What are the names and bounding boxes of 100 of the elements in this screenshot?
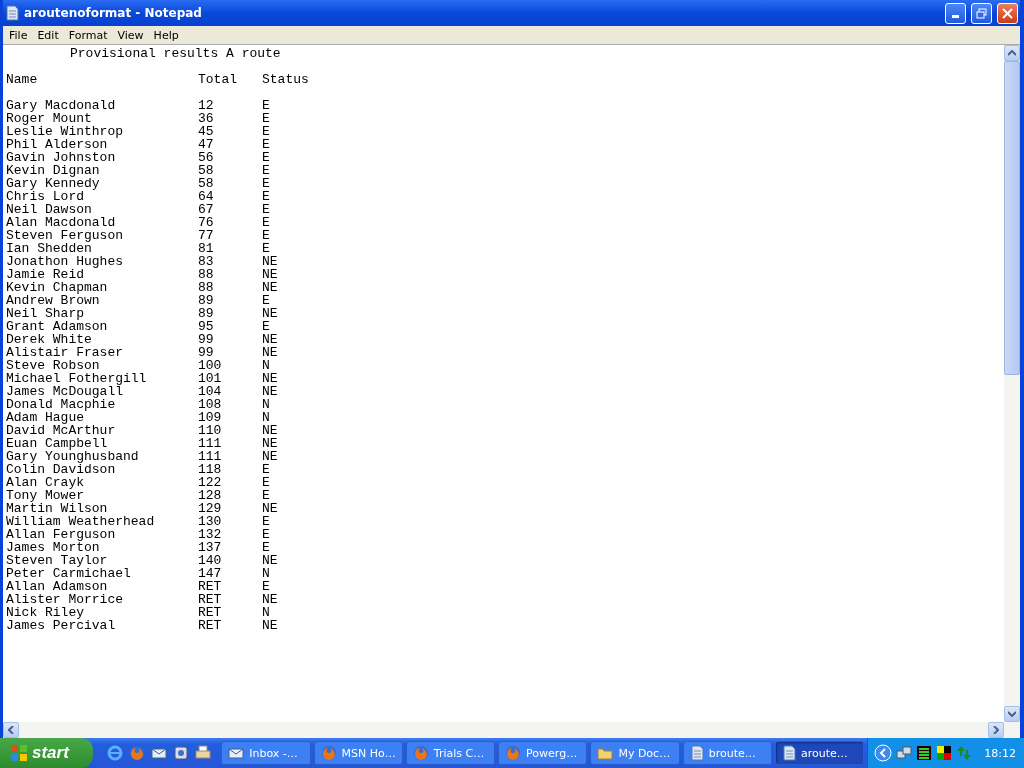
name-cell: James Percival bbox=[6, 618, 116, 633]
caret-right-icon bbox=[993, 726, 999, 734]
scroll-thumb[interactable] bbox=[1004, 61, 1020, 375]
status-cell: E bbox=[262, 488, 270, 503]
total-cell: 140 bbox=[198, 553, 222, 568]
total-cell: 83 bbox=[198, 254, 214, 269]
total-cell: 88 bbox=[198, 280, 214, 295]
total-cell: 95 bbox=[198, 319, 214, 334]
meter-icon[interactable] bbox=[916, 745, 933, 761]
status-cell: NE bbox=[262, 436, 278, 451]
status-cell: E bbox=[262, 579, 270, 594]
clock: 18:12 bbox=[984, 746, 1016, 760]
network-icon[interactable] bbox=[896, 745, 913, 761]
minimize-button[interactable] bbox=[945, 2, 966, 24]
scroll-right-button[interactable] bbox=[988, 722, 1004, 738]
name-cell: Leslie Winthrop bbox=[6, 124, 124, 139]
column-heading: Total bbox=[198, 72, 237, 87]
name-cell: James McDougall bbox=[6, 384, 124, 399]
total-cell: 111 bbox=[198, 449, 222, 464]
chevron-left-icon[interactable] bbox=[874, 744, 893, 762]
total-cell: 45 bbox=[198, 124, 214, 139]
total-cell: 76 bbox=[198, 215, 214, 230]
status-cell: NE bbox=[262, 280, 278, 295]
total-cell: RET bbox=[198, 618, 222, 633]
status-cell: E bbox=[262, 215, 270, 230]
menu-item[interactable]: Help bbox=[149, 28, 185, 42]
status-cell: E bbox=[262, 228, 270, 243]
total-cell: RET bbox=[198, 605, 222, 620]
close-button[interactable] bbox=[997, 2, 1018, 24]
total-cell: 99 bbox=[198, 332, 214, 347]
taskbar-button[interactable]: Inbox -… bbox=[221, 741, 311, 765]
menu-item[interactable]: Edit bbox=[33, 28, 65, 42]
taskbar-button[interactable]: Trials C… bbox=[405, 741, 496, 765]
total-cell: 64 bbox=[198, 189, 214, 204]
menu-item[interactable]: Format bbox=[64, 28, 114, 42]
total-cell: 67 bbox=[198, 202, 214, 217]
status-cell: E bbox=[262, 150, 270, 165]
taskbar-button[interactable]: Powerg… bbox=[498, 741, 588, 765]
status-cell: NE bbox=[262, 449, 278, 464]
restore-button[interactable] bbox=[971, 2, 992, 24]
taskbar-button[interactable]: aroute… bbox=[775, 741, 865, 765]
total-cell: 109 bbox=[198, 410, 222, 425]
name-cell: Steve Robson bbox=[6, 358, 100, 373]
name-cell: Chris Lord bbox=[6, 189, 84, 204]
total-cell: RET bbox=[198, 592, 222, 607]
status-cell: E bbox=[262, 189, 270, 204]
status-cell: E bbox=[262, 540, 270, 555]
status-cell: NE bbox=[262, 592, 278, 607]
status-cell: N bbox=[262, 358, 270, 373]
status-cell: E bbox=[262, 293, 270, 308]
status-cell: E bbox=[262, 202, 270, 217]
total-cell: 81 bbox=[198, 241, 214, 256]
browser-e-icon[interactable] bbox=[107, 745, 124, 761]
total-cell: 101 bbox=[198, 371, 222, 386]
total-cell: 110 bbox=[198, 423, 222, 438]
status-cell: NE bbox=[262, 254, 278, 269]
total-cell: 58 bbox=[198, 163, 214, 178]
menu-item[interactable]: View bbox=[113, 28, 150, 42]
name-cell: Allan Ferguson bbox=[6, 527, 116, 542]
name-cell: Alan Crayk bbox=[6, 475, 84, 490]
status-cell: E bbox=[262, 111, 270, 126]
total-cell: 89 bbox=[198, 293, 214, 308]
status-cell: NE bbox=[262, 423, 278, 438]
colored-squares-icon[interactable] bbox=[936, 745, 953, 761]
notepad-icon bbox=[5, 5, 19, 21]
total-cell: 132 bbox=[198, 527, 222, 542]
status-cell: E bbox=[262, 124, 270, 139]
total-cell: 147 bbox=[198, 566, 222, 581]
total-cell: RET bbox=[198, 579, 222, 594]
notepad-icon bbox=[689, 745, 704, 761]
menu-item[interactable]: File bbox=[5, 28, 34, 42]
printer-icon[interactable] bbox=[195, 745, 212, 761]
name-cell: Euan Campbell bbox=[6, 436, 108, 451]
total-cell: 12 bbox=[198, 98, 214, 113]
total-cell: 108 bbox=[198, 397, 222, 412]
total-cell: 47 bbox=[198, 137, 214, 152]
name-cell: Nick Riley bbox=[6, 605, 84, 620]
status-cell: E bbox=[262, 462, 270, 477]
status-cell: NE bbox=[262, 553, 278, 568]
name-cell: Alistair Fraser bbox=[6, 345, 124, 360]
globe-fox-icon bbox=[129, 745, 146, 761]
total-cell: 128 bbox=[198, 488, 222, 503]
name-cell: Ian Shedden bbox=[6, 241, 92, 256]
name-cell: Gary Kennedy bbox=[6, 176, 100, 191]
taskbar-button[interactable]: My Doc… bbox=[590, 741, 680, 765]
status-cell: NE bbox=[262, 371, 278, 386]
scroll-left-button[interactable] bbox=[3, 722, 19, 738]
name-cell: Gary Younghusband bbox=[6, 449, 139, 464]
restore-icon bbox=[976, 7, 987, 19]
taskbar-button[interactable]: broute… bbox=[682, 741, 772, 765]
folder-icon bbox=[597, 745, 614, 761]
window-title: aroutenoformat - Notepad bbox=[24, 6, 203, 20]
status-cell: N bbox=[262, 410, 270, 425]
start-button[interactable]: start bbox=[0, 738, 94, 768]
name-cell: Martin Wilson bbox=[6, 501, 108, 516]
scroll-up-button[interactable] bbox=[1004, 45, 1020, 61]
window-icon[interactable] bbox=[173, 745, 190, 761]
taskbar-button[interactable]: MSN Ho… bbox=[313, 741, 403, 765]
status-cell: E bbox=[262, 163, 270, 178]
scroll-down-button[interactable] bbox=[1004, 706, 1020, 722]
